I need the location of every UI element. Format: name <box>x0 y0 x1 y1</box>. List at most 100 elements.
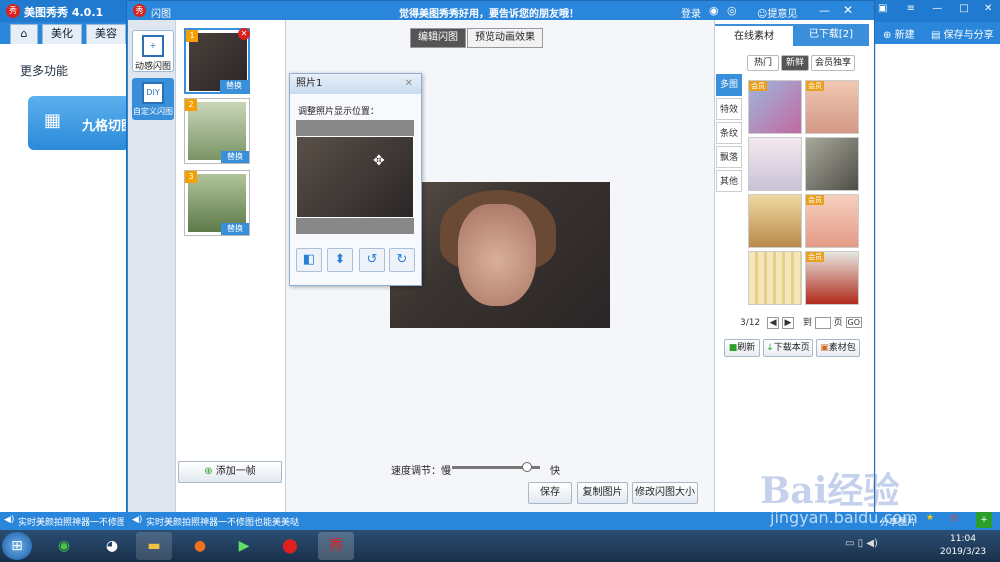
refresh-icon: ■ <box>728 343 738 353</box>
dialog-minimize-icon[interactable]: — <box>819 4 830 17</box>
meitu-small-icon: 秀 <box>133 4 146 17</box>
prev-page-icon[interactable]: ◀ <box>767 317 780 329</box>
tray-icons[interactable]: ▭ ▯ ◀) <box>845 538 878 549</box>
vip-badge: 会员 <box>806 252 824 262</box>
material-thumb[interactable] <box>748 251 802 305</box>
firefox-icon: ● <box>193 538 207 554</box>
material-thumb[interactable] <box>748 137 802 191</box>
flip-horizontal-button[interactable]: ◧ <box>296 248 322 272</box>
material-thumb[interactable]: 会员 <box>805 194 859 248</box>
filter-vip[interactable]: 会员独享 <box>811 55 855 71</box>
refresh-button[interactable]: ■刷新 <box>724 339 760 357</box>
category-other[interactable]: 其他 <box>716 170 742 192</box>
window-controls[interactable]: ▣ ≡ — □ ✕ <box>878 3 992 14</box>
replace-button[interactable]: 替换 <box>221 223 249 235</box>
dialog-close-icon[interactable]: ✕ <box>843 3 853 17</box>
flip-vertical-icon: ⬍ <box>334 252 346 267</box>
tab-online-material[interactable]: 在线素材 <box>715 24 793 46</box>
tab-beautify[interactable]: 美化 <box>42 24 82 44</box>
weibo-icon[interactable]: ◎ <box>727 4 737 17</box>
speed-slider-handle[interactable] <box>521 462 532 472</box>
motion-flash-icon: + <box>142 35 164 57</box>
home-tab[interactable]: ⌂ <box>10 24 38 44</box>
material-thumb[interactable]: 会员 <box>805 251 859 305</box>
taskbar-app-explorer[interactable]: ▬ <box>136 532 172 560</box>
chat-icon[interactable]: ▣ <box>878 3 887 14</box>
minimize-icon[interactable]: — <box>932 3 942 14</box>
status-ad-text[interactable]: 实时美颜拍照神器一不修图也能美美哒 <box>18 515 124 528</box>
flash-preview-image <box>390 182 610 328</box>
filter-new[interactable]: 新鲜 <box>781 55 809 71</box>
crop-photo[interactable]: ✥ <box>296 136 414 218</box>
replace-button[interactable]: 替换 <box>221 151 249 163</box>
go-button[interactable]: GO <box>845 317 862 328</box>
resize-flash-button[interactable]: 修改闪图大小 <box>632 482 698 504</box>
replace-button[interactable]: 替换 <box>220 80 248 92</box>
rotate-right-icon: ↻ <box>396 252 408 267</box>
frame-item-2[interactable]: 2 替换 <box>184 98 250 164</box>
rotate-left-button[interactable]: ↺ <box>359 248 385 272</box>
rotate-right-button[interactable]: ↻ <box>389 248 415 272</box>
copy-image-button[interactable]: 复制图片 <box>577 482 628 504</box>
taskbar-app-recorder[interactable]: ⬤ <box>272 532 308 560</box>
tab-preview-animation[interactable]: 预览动画效果 <box>467 28 543 48</box>
material-pack-button[interactable]: ▣素材包 <box>816 339 860 357</box>
taskbar-app-browser[interactable]: ◉ <box>46 532 82 560</box>
category-multi[interactable]: 多图 <box>716 74 742 96</box>
mode-custom-flash[interactable]: DIY 自定义闪图 <box>132 78 174 120</box>
frame-item-3[interactable]: 3 替换 <box>184 170 250 236</box>
page-input[interactable] <box>814 316 831 329</box>
taskbar-app-meitu[interactable]: 秀 <box>318 532 354 560</box>
taskbar-app-qq[interactable]: ◕ <box>94 532 130 560</box>
qq-icon[interactable]: ◉ <box>709 4 719 17</box>
section-title: 更多功能 <box>20 64 69 78</box>
nine-grid-card[interactable]: ▦ 九格切图 <box>28 96 130 150</box>
flip-vertical-button[interactable]: ⬍ <box>327 248 353 272</box>
add-share-icon[interactable]: + <box>976 512 992 528</box>
vip-badge: 会员 <box>749 81 767 91</box>
save-button[interactable]: 保存 <box>528 482 572 504</box>
popup-titlebar: 照片1 ✕ <box>290 74 421 94</box>
category-stripes[interactable]: 条纹 <box>716 122 742 144</box>
tab-edit-flash[interactable]: 编辑闪图 <box>410 28 466 48</box>
diy-icon: DIY <box>142 82 164 104</box>
category-falling[interactable]: 飘落 <box>716 146 742 168</box>
frame-item-1[interactable]: 1 ✕ 替换 <box>184 28 250 94</box>
star-icon[interactable]: ★ <box>926 513 934 523</box>
move-cursor-icon: ✥ <box>373 153 385 169</box>
filter-hot[interactable]: 热门 <box>747 55 779 71</box>
new-button[interactable]: ⊕ 新建 <box>883 26 915 41</box>
dialog-ad-text[interactable]: 实时美颜拍照神器一不修图也能美美哒 <box>146 515 299 528</box>
promo-banner[interactable]: 觉得美图秀秀好用，要告诉您的朋友哦！ <box>399 5 579 20</box>
mode-motion-flash[interactable]: + 动感闪图 <box>132 30 174 72</box>
close-icon[interactable]: ✕ <box>984 3 992 14</box>
feedback-link[interactable]: ☺提意见 <box>757 5 797 20</box>
grid-icon: ▦ <box>44 110 62 131</box>
download-page-button[interactable]: ↓下载本页 <box>763 339 813 357</box>
material-thumb[interactable]: 会员 <box>748 80 802 134</box>
category-effects[interactable]: 特效 <box>716 98 742 120</box>
menu-icon[interactable]: ≡ <box>907 3 915 14</box>
speed-fast-label: 快 <box>550 466 560 477</box>
flip-horizontal-icon: ◧ <box>302 252 316 267</box>
dialog-titlebar: 秀 闪图 觉得美图秀秀好用，要告诉您的朋友哦！ 登录 ◉ ◎ ☺提意见 — ✕ <box>127 1 874 21</box>
login-link[interactable]: 登录 <box>681 5 701 20</box>
tab-downloaded[interactable]: 已下载[2] <box>793 24 869 46</box>
save-share-button[interactable]: ▤ 保存与分享 <box>931 26 994 41</box>
add-frame-button[interactable]: ⊕ 添加一帧 <box>178 461 282 483</box>
weibo-share-icon[interactable]: ◎ <box>950 513 958 523</box>
tab-beauty[interactable]: 美容 <box>86 24 126 44</box>
frame-list: 1 ✕ 替换 2 替换 3 替换 <box>176 20 286 512</box>
start-button[interactable]: ⊞ <box>2 532 32 560</box>
next-page-icon[interactable]: ▶ <box>781 317 794 329</box>
material-thumb[interactable] <box>805 137 859 191</box>
maximize-icon[interactable]: □ <box>959 3 968 14</box>
material-thumb[interactable]: 会员 <box>805 80 859 134</box>
windows-taskbar: ⊞ ◉ ◕ ▬ ● ▶ ⬤ 秀 ▭ ▯ ◀) 11:04 2019/3/23 <box>0 530 1000 562</box>
taskbar-app-firefox[interactable]: ● <box>182 532 218 560</box>
popup-close-icon[interactable]: ✕ <box>405 74 413 94</box>
material-thumb[interactable] <box>748 194 802 248</box>
baidu-watermark-logo: Bai经验 <box>760 470 900 512</box>
delete-frame-icon[interactable]: ✕ <box>238 28 250 40</box>
taskbar-app-video[interactable]: ▶ <box>226 532 262 560</box>
